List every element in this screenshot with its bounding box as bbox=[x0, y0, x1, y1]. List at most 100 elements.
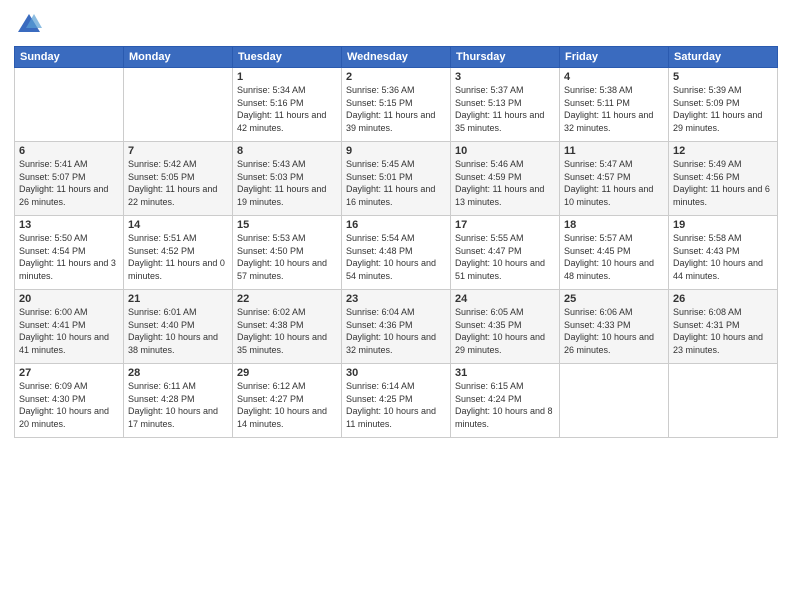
day-number: 17 bbox=[455, 219, 555, 231]
day-number: 27 bbox=[19, 367, 119, 379]
calendar-table: SundayMondayTuesdayWednesdayThursdayFrid… bbox=[14, 46, 778, 438]
day-info: Sunrise: 5:53 AM Sunset: 4:50 PM Dayligh… bbox=[237, 232, 337, 282]
day-info: Sunrise: 6:15 AM Sunset: 4:24 PM Dayligh… bbox=[455, 380, 555, 430]
calendar-cell: 31Sunrise: 6:15 AM Sunset: 4:24 PM Dayli… bbox=[451, 364, 560, 438]
header bbox=[14, 10, 778, 40]
day-number: 24 bbox=[455, 293, 555, 305]
day-info: Sunrise: 5:34 AM Sunset: 5:16 PM Dayligh… bbox=[237, 84, 337, 134]
day-number: 18 bbox=[564, 219, 664, 231]
day-number: 10 bbox=[455, 145, 555, 157]
day-info: Sunrise: 6:01 AM Sunset: 4:40 PM Dayligh… bbox=[128, 306, 228, 356]
calendar-cell: 15Sunrise: 5:53 AM Sunset: 4:50 PM Dayli… bbox=[233, 216, 342, 290]
calendar-cell: 25Sunrise: 6:06 AM Sunset: 4:33 PM Dayli… bbox=[560, 290, 669, 364]
day-number: 6 bbox=[19, 145, 119, 157]
calendar-cell: 27Sunrise: 6:09 AM Sunset: 4:30 PM Dayli… bbox=[15, 364, 124, 438]
calendar-header-friday: Friday bbox=[560, 47, 669, 68]
day-info: Sunrise: 5:46 AM Sunset: 4:59 PM Dayligh… bbox=[455, 158, 555, 208]
day-number: 30 bbox=[346, 367, 446, 379]
calendar-cell: 6Sunrise: 5:41 AM Sunset: 5:07 PM Daylig… bbox=[15, 142, 124, 216]
day-number: 28 bbox=[128, 367, 228, 379]
day-number: 20 bbox=[19, 293, 119, 305]
calendar-header-sunday: Sunday bbox=[15, 47, 124, 68]
day-info: Sunrise: 6:00 AM Sunset: 4:41 PM Dayligh… bbox=[19, 306, 119, 356]
calendar-cell: 10Sunrise: 5:46 AM Sunset: 4:59 PM Dayli… bbox=[451, 142, 560, 216]
day-number: 7 bbox=[128, 145, 228, 157]
calendar-cell bbox=[15, 68, 124, 142]
day-number: 15 bbox=[237, 219, 337, 231]
day-info: Sunrise: 5:43 AM Sunset: 5:03 PM Dayligh… bbox=[237, 158, 337, 208]
day-info: Sunrise: 5:51 AM Sunset: 4:52 PM Dayligh… bbox=[128, 232, 228, 282]
calendar-cell: 26Sunrise: 6:08 AM Sunset: 4:31 PM Dayli… bbox=[669, 290, 778, 364]
day-info: Sunrise: 5:57 AM Sunset: 4:45 PM Dayligh… bbox=[564, 232, 664, 282]
day-info: Sunrise: 5:36 AM Sunset: 5:15 PM Dayligh… bbox=[346, 84, 446, 134]
calendar-cell: 17Sunrise: 5:55 AM Sunset: 4:47 PM Dayli… bbox=[451, 216, 560, 290]
day-number: 14 bbox=[128, 219, 228, 231]
calendar-cell: 11Sunrise: 5:47 AM Sunset: 4:57 PM Dayli… bbox=[560, 142, 669, 216]
logo bbox=[14, 10, 46, 40]
day-info: Sunrise: 6:08 AM Sunset: 4:31 PM Dayligh… bbox=[673, 306, 773, 356]
day-info: Sunrise: 6:14 AM Sunset: 4:25 PM Dayligh… bbox=[346, 380, 446, 430]
day-info: Sunrise: 5:37 AM Sunset: 5:13 PM Dayligh… bbox=[455, 84, 555, 134]
day-number: 4 bbox=[564, 71, 664, 83]
calendar-cell: 7Sunrise: 5:42 AM Sunset: 5:05 PM Daylig… bbox=[124, 142, 233, 216]
calendar-header-thursday: Thursday bbox=[451, 47, 560, 68]
day-number: 2 bbox=[346, 71, 446, 83]
day-number: 11 bbox=[564, 145, 664, 157]
calendar-header-monday: Monday bbox=[124, 47, 233, 68]
day-number: 12 bbox=[673, 145, 773, 157]
calendar-cell: 14Sunrise: 5:51 AM Sunset: 4:52 PM Dayli… bbox=[124, 216, 233, 290]
calendar-cell: 18Sunrise: 5:57 AM Sunset: 4:45 PM Dayli… bbox=[560, 216, 669, 290]
calendar-cell: 3Sunrise: 5:37 AM Sunset: 5:13 PM Daylig… bbox=[451, 68, 560, 142]
calendar-cell: 21Sunrise: 6:01 AM Sunset: 4:40 PM Dayli… bbox=[124, 290, 233, 364]
calendar-week-5: 27Sunrise: 6:09 AM Sunset: 4:30 PM Dayli… bbox=[15, 364, 778, 438]
day-number: 5 bbox=[673, 71, 773, 83]
calendar-cell: 19Sunrise: 5:58 AM Sunset: 4:43 PM Dayli… bbox=[669, 216, 778, 290]
day-info: Sunrise: 6:05 AM Sunset: 4:35 PM Dayligh… bbox=[455, 306, 555, 356]
day-number: 25 bbox=[564, 293, 664, 305]
logo-icon bbox=[14, 10, 44, 40]
calendar-cell: 5Sunrise: 5:39 AM Sunset: 5:09 PM Daylig… bbox=[669, 68, 778, 142]
day-info: Sunrise: 6:04 AM Sunset: 4:36 PM Dayligh… bbox=[346, 306, 446, 356]
day-info: Sunrise: 5:58 AM Sunset: 4:43 PM Dayligh… bbox=[673, 232, 773, 282]
day-number: 3 bbox=[455, 71, 555, 83]
calendar-cell: 13Sunrise: 5:50 AM Sunset: 4:54 PM Dayli… bbox=[15, 216, 124, 290]
day-number: 16 bbox=[346, 219, 446, 231]
calendar-header-saturday: Saturday bbox=[669, 47, 778, 68]
calendar-cell: 1Sunrise: 5:34 AM Sunset: 5:16 PM Daylig… bbox=[233, 68, 342, 142]
day-info: Sunrise: 5:54 AM Sunset: 4:48 PM Dayligh… bbox=[346, 232, 446, 282]
day-info: Sunrise: 6:06 AM Sunset: 4:33 PM Dayligh… bbox=[564, 306, 664, 356]
day-number: 19 bbox=[673, 219, 773, 231]
day-info: Sunrise: 5:47 AM Sunset: 4:57 PM Dayligh… bbox=[564, 158, 664, 208]
calendar-header-tuesday: Tuesday bbox=[233, 47, 342, 68]
day-info: Sunrise: 6:09 AM Sunset: 4:30 PM Dayligh… bbox=[19, 380, 119, 430]
calendar-header-wednesday: Wednesday bbox=[342, 47, 451, 68]
day-info: Sunrise: 5:39 AM Sunset: 5:09 PM Dayligh… bbox=[673, 84, 773, 134]
day-info: Sunrise: 5:38 AM Sunset: 5:11 PM Dayligh… bbox=[564, 84, 664, 134]
day-info: Sunrise: 6:02 AM Sunset: 4:38 PM Dayligh… bbox=[237, 306, 337, 356]
day-info: Sunrise: 6:11 AM Sunset: 4:28 PM Dayligh… bbox=[128, 380, 228, 430]
calendar-cell: 9Sunrise: 5:45 AM Sunset: 5:01 PM Daylig… bbox=[342, 142, 451, 216]
calendar-week-3: 13Sunrise: 5:50 AM Sunset: 4:54 PM Dayli… bbox=[15, 216, 778, 290]
calendar-cell: 23Sunrise: 6:04 AM Sunset: 4:36 PM Dayli… bbox=[342, 290, 451, 364]
day-number: 1 bbox=[237, 71, 337, 83]
day-number: 13 bbox=[19, 219, 119, 231]
day-number: 31 bbox=[455, 367, 555, 379]
calendar-cell: 12Sunrise: 5:49 AM Sunset: 4:56 PM Dayli… bbox=[669, 142, 778, 216]
calendar-cell: 29Sunrise: 6:12 AM Sunset: 4:27 PM Dayli… bbox=[233, 364, 342, 438]
calendar-cell: 20Sunrise: 6:00 AM Sunset: 4:41 PM Dayli… bbox=[15, 290, 124, 364]
calendar-cell: 4Sunrise: 5:38 AM Sunset: 5:11 PM Daylig… bbox=[560, 68, 669, 142]
day-info: Sunrise: 5:55 AM Sunset: 4:47 PM Dayligh… bbox=[455, 232, 555, 282]
calendar-cell bbox=[669, 364, 778, 438]
day-number: 21 bbox=[128, 293, 228, 305]
day-info: Sunrise: 6:12 AM Sunset: 4:27 PM Dayligh… bbox=[237, 380, 337, 430]
day-info: Sunrise: 5:45 AM Sunset: 5:01 PM Dayligh… bbox=[346, 158, 446, 208]
calendar-cell: 16Sunrise: 5:54 AM Sunset: 4:48 PM Dayli… bbox=[342, 216, 451, 290]
day-info: Sunrise: 5:50 AM Sunset: 4:54 PM Dayligh… bbox=[19, 232, 119, 282]
calendar-cell: 30Sunrise: 6:14 AM Sunset: 4:25 PM Dayli… bbox=[342, 364, 451, 438]
calendar-week-2: 6Sunrise: 5:41 AM Sunset: 5:07 PM Daylig… bbox=[15, 142, 778, 216]
day-number: 8 bbox=[237, 145, 337, 157]
calendar-cell: 24Sunrise: 6:05 AM Sunset: 4:35 PM Dayli… bbox=[451, 290, 560, 364]
day-number: 23 bbox=[346, 293, 446, 305]
calendar-header-row: SundayMondayTuesdayWednesdayThursdayFrid… bbox=[15, 47, 778, 68]
calendar-cell: 28Sunrise: 6:11 AM Sunset: 4:28 PM Dayli… bbox=[124, 364, 233, 438]
